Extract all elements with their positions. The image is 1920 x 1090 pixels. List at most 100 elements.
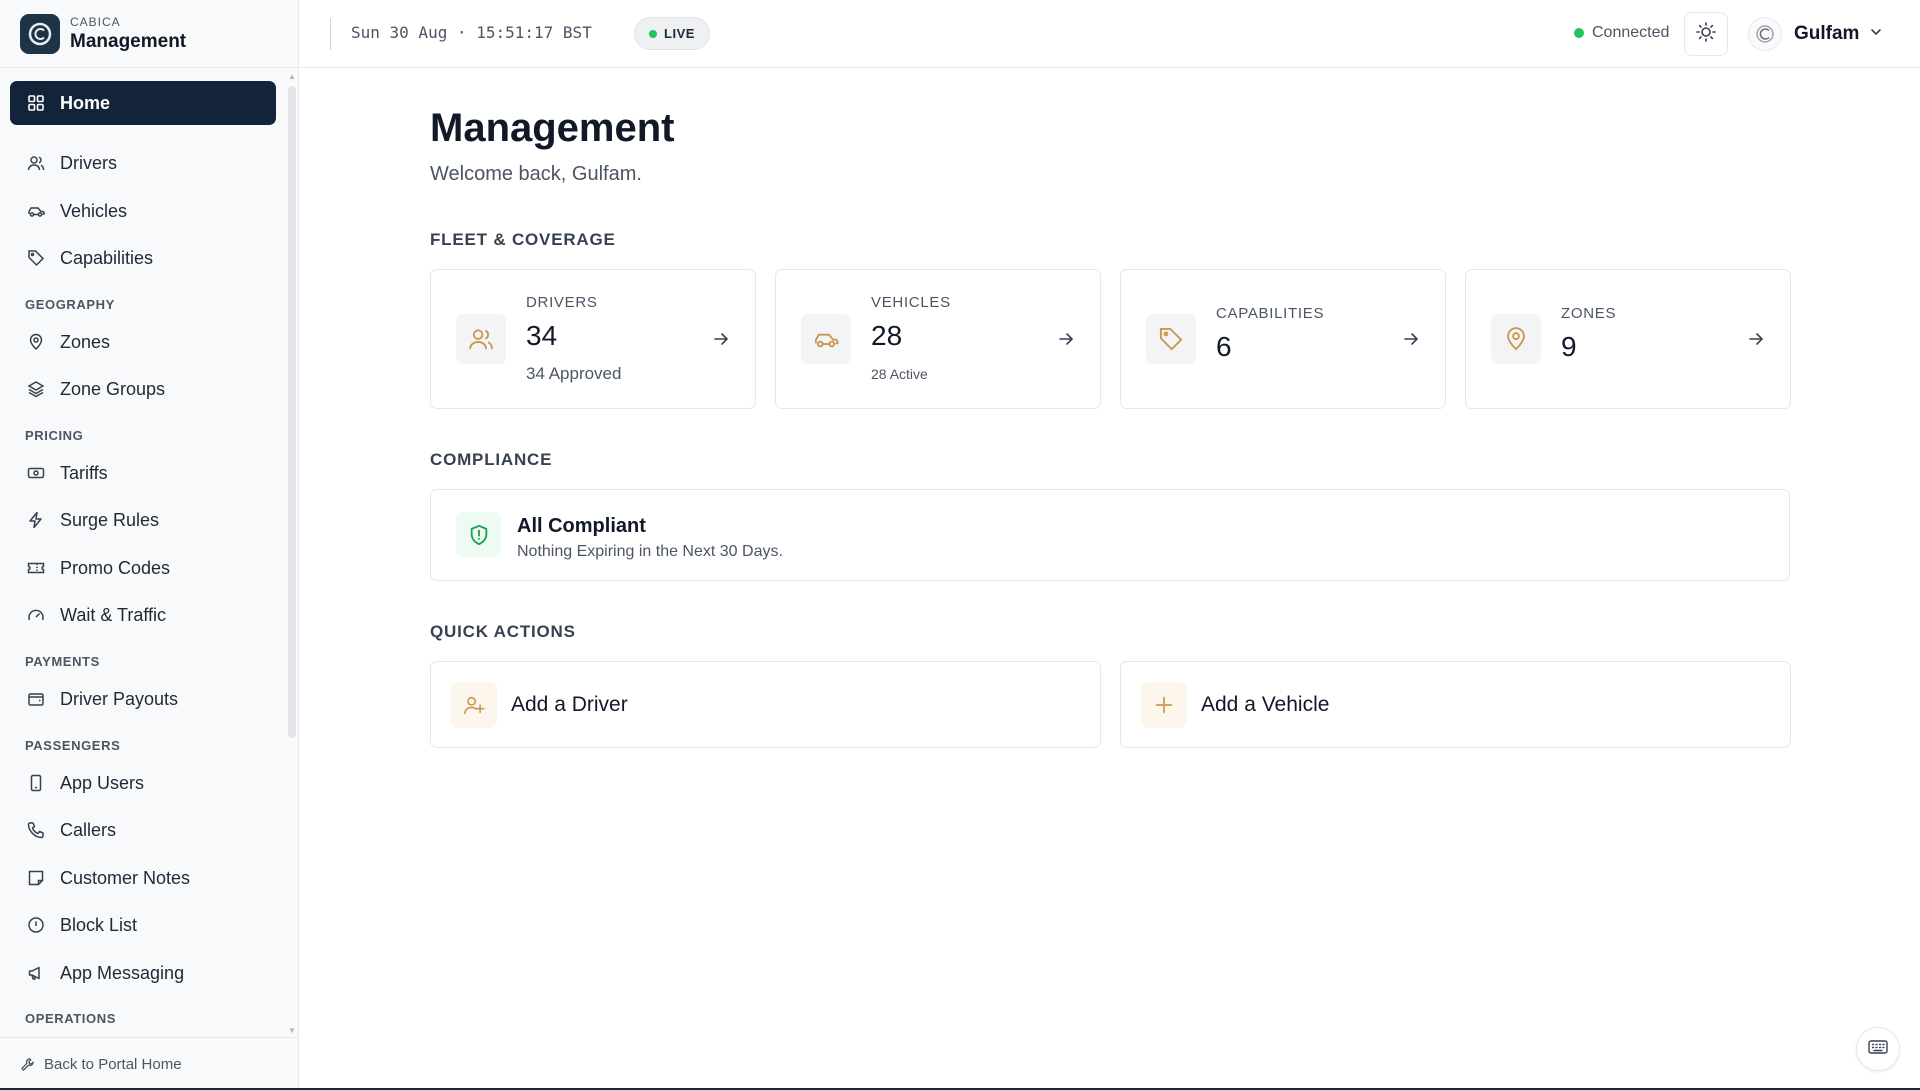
add-driver-label: Add a Driver xyxy=(511,693,628,716)
app-title: Management xyxy=(70,30,187,52)
megaphone-icon xyxy=(26,963,46,983)
car-icon xyxy=(26,201,46,221)
page-subtitle: Welcome back, Gulfam. xyxy=(430,163,642,185)
add-vehicle-button[interactable]: Add a Vehicle xyxy=(1120,661,1791,748)
banknote-icon xyxy=(26,463,46,483)
sidebar-item-label: Customer Notes xyxy=(60,867,191,888)
nav-section-payments: PAYMENTS xyxy=(25,654,100,669)
sidebar-item-driver-payouts[interactable]: Driver Payouts xyxy=(10,677,276,721)
stat-value: 9 xyxy=(1561,331,1577,362)
stat-card-vehicles[interactable]: VEHICLES 28 28 Active xyxy=(775,269,1101,409)
nav-section-geography: GEOGRAPHY xyxy=(25,297,115,312)
main-content: Management Welcome back, Gulfam. FLEET &… xyxy=(300,69,1920,1090)
avatar xyxy=(1748,17,1782,51)
keyboard-shortcuts-button[interactable] xyxy=(1856,1027,1900,1071)
stat-value: 28 xyxy=(871,320,903,351)
sidebar-item-label: Capabilities xyxy=(60,247,154,268)
gauge-icon xyxy=(26,605,46,625)
brand-name: CABICA xyxy=(70,14,121,29)
sidebar-item-block-list[interactable]: Block List xyxy=(10,903,276,947)
layers-icon xyxy=(26,379,46,399)
sidebar-item-label: Surge Rules xyxy=(60,509,160,530)
stat-value: 6 xyxy=(1216,331,1232,362)
sidebar-item-label: App Users xyxy=(60,772,145,793)
sidebar-item-label: Vehicles xyxy=(60,200,128,221)
sticky-note-icon xyxy=(26,868,46,888)
stat-card-drivers[interactable]: DRIVERS 34 34 Approved xyxy=(430,269,756,409)
arrow-right-icon xyxy=(1401,329,1421,349)
brand[interactable]: CABICA Management xyxy=(0,0,299,68)
sidebar-item-zone-groups[interactable]: Zone Groups xyxy=(10,367,276,411)
sidebar-item-drivers[interactable]: Drivers xyxy=(10,141,276,185)
car-icon xyxy=(801,314,851,364)
sidebar-item-capabilities[interactable]: Capabilities xyxy=(10,236,276,280)
nav-section-operations: OPERATIONS xyxy=(25,1011,116,1026)
user-menu[interactable]: Gulfam xyxy=(1748,14,1883,54)
sidebar-item-zones[interactable]: Zones xyxy=(10,320,276,364)
back-to-portal-label: Back to Portal Home xyxy=(44,1055,182,1073)
sidebar-item-label: Zone Groups xyxy=(60,378,166,399)
section-heading-quick-actions: QUICK ACTIONS xyxy=(430,622,576,641)
theme-toggle-button[interactable] xyxy=(1684,12,1728,56)
sidebar-scrollbar[interactable] xyxy=(288,86,296,738)
clock: Sun 30 Aug · 15:51:17 BST xyxy=(351,23,592,42)
users-icon xyxy=(26,153,46,173)
sidebar-item-app-users[interactable]: App Users xyxy=(10,761,276,805)
live-dot-icon xyxy=(649,29,658,38)
topbar: Sun 30 Aug · 15:51:17 BST LIVE Connected… xyxy=(300,0,1920,68)
smartphone-icon xyxy=(26,773,46,793)
live-label: LIVE xyxy=(664,26,695,41)
section-heading-compliance: COMPLIANCE xyxy=(430,450,553,469)
sidebar-item-label: Drivers xyxy=(60,152,117,173)
sidebar-item-app-messaging[interactable]: App Messaging xyxy=(10,951,276,995)
add-driver-button[interactable]: Add a Driver xyxy=(430,661,1101,748)
stat-sub: 34 Approved xyxy=(526,364,622,383)
section-heading-fleet: FLEET & COVERAGE xyxy=(430,230,616,249)
sidebar-nav: Home Drivers Vehicles Capabilities GEOGR… xyxy=(0,69,290,1037)
scroll-up-arrow-icon[interactable]: ▲ xyxy=(288,72,296,81)
tag-icon xyxy=(1146,314,1196,364)
stat-card-zones[interactable]: ZONES 9 xyxy=(1465,269,1791,409)
sidebar-item-label: Wait & Traffic xyxy=(60,604,167,625)
scroll-down-arrow-icon[interactable]: ▼ xyxy=(288,1026,296,1035)
tag-icon xyxy=(26,248,46,268)
sidebar-item-wait-traffic[interactable]: Wait & Traffic xyxy=(10,593,276,637)
sidebar-item-label: Promo Codes xyxy=(60,557,171,578)
sidebar-item-label: Driver Payouts xyxy=(60,688,179,709)
stat-value: 34 xyxy=(526,320,558,351)
grid-icon xyxy=(26,93,46,113)
add-vehicle-label: Add a Vehicle xyxy=(1201,693,1330,716)
stat-label: DRIVERS xyxy=(526,294,598,311)
sidebar-item-label: Block List xyxy=(60,914,138,935)
arrow-right-icon xyxy=(1746,329,1766,349)
sidebar-item-surge-rules[interactable]: Surge Rules xyxy=(10,498,276,542)
sidebar-item-callers[interactable]: Callers xyxy=(10,808,276,852)
user-plus-icon xyxy=(451,682,497,728)
arrow-right-icon xyxy=(711,329,731,349)
sidebar-item-customer-notes[interactable]: Customer Notes xyxy=(10,856,276,900)
plus-icon xyxy=(1141,682,1187,728)
page-title: Management xyxy=(430,106,675,150)
wrench-icon xyxy=(20,1056,36,1072)
brand-text: CABICA Management xyxy=(70,15,186,53)
sun-icon xyxy=(1695,21,1717,48)
sidebar-item-label: Home xyxy=(60,92,111,113)
back-to-portal-link[interactable]: Back to Portal Home xyxy=(0,1037,299,1090)
stat-card-capabilities[interactable]: CAPABILITIES 6 xyxy=(1120,269,1446,409)
sidebar-item-tariffs[interactable]: Tariffs xyxy=(10,451,276,495)
stat-label: ZONES xyxy=(1561,305,1617,322)
nav-section-pricing: PRICING xyxy=(25,428,84,443)
phone-icon xyxy=(26,820,46,840)
keyboard-icon xyxy=(1868,1039,1888,1060)
sidebar-item-promo-codes[interactable]: Promo Codes xyxy=(10,546,276,590)
live-badge: LIVE xyxy=(634,17,710,50)
sidebar-item-label: App Messaging xyxy=(60,962,185,983)
sidebar-item-label: Callers xyxy=(60,819,117,840)
stat-label: CAPABILITIES xyxy=(1216,305,1325,322)
alert-circle-icon xyxy=(26,915,46,935)
arrow-right-icon xyxy=(1056,329,1076,349)
compliance-card: All Compliant Nothing Expiring in the Ne… xyxy=(430,489,1790,581)
sidebar-item-label: Zones xyxy=(60,331,111,352)
sidebar-item-vehicles[interactable]: Vehicles xyxy=(10,189,276,233)
sidebar-item-home[interactable]: Home xyxy=(10,81,276,125)
